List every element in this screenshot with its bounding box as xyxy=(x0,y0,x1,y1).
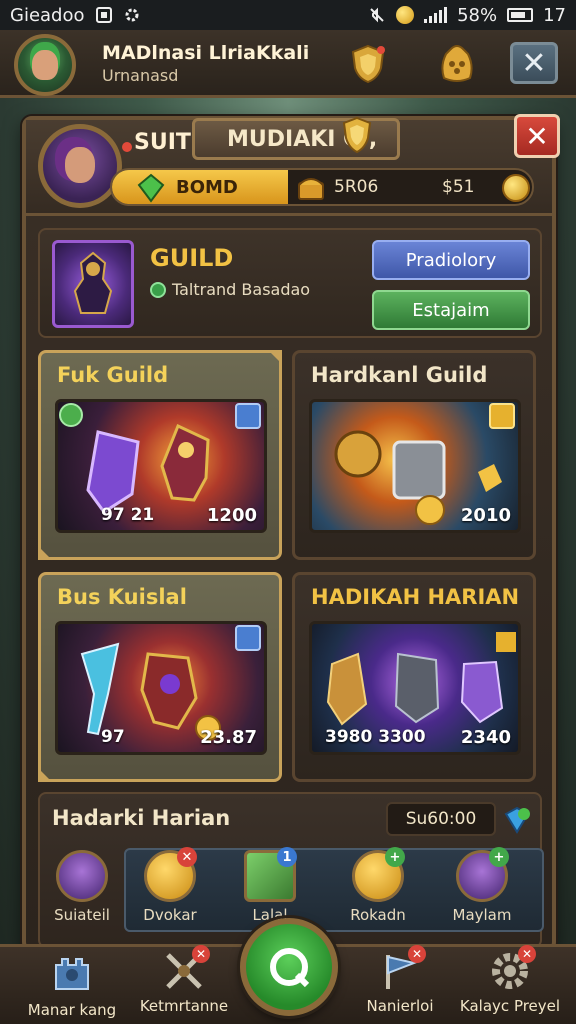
daily-title: Hadarki Harian xyxy=(52,806,231,830)
guild-panel: SUIT MUDIAKI G , ✕ BOMD 5R06 $51 GUILD T… xyxy=(22,114,560,952)
hero-avatar[interactable] xyxy=(38,124,122,208)
suit-label: SUIT xyxy=(134,130,191,155)
resource-bar: BOMD 5R06 $51 xyxy=(110,168,534,206)
tile-type-badge xyxy=(235,625,261,651)
tile-corner xyxy=(268,350,282,364)
clock: 17 xyxy=(543,4,566,26)
inventory-bag-icon[interactable] xyxy=(438,42,476,84)
nav-badge: ✕ xyxy=(192,945,210,963)
guild-tile-4[interactable]: HADIKAH HARIAN 3980 3300 2340 xyxy=(292,572,536,782)
emerald-icon xyxy=(137,173,165,203)
guild-knight-icon xyxy=(73,251,113,314)
player-name: MADlnasi LlriaKkali xyxy=(102,42,310,64)
tile-stats-right: 2340 xyxy=(460,727,511,748)
player-header: MADlnasi LlriaKkali Urnanasd ✕ xyxy=(0,30,576,98)
gold-coin-icon xyxy=(502,174,530,202)
reward-label: Suiateil xyxy=(54,906,110,924)
guild-tile-1[interactable]: Fuk Guild 97 21 1200 xyxy=(38,350,282,560)
flag-icon: ✕ xyxy=(378,945,426,993)
tile-title: Fuk Guild xyxy=(57,363,169,387)
tile-corner xyxy=(38,768,52,782)
status-bar: Gieadoo 58% 17 xyxy=(0,0,576,30)
reward-item[interactable]: 1 Lalal xyxy=(228,847,312,924)
treasure-chest-icon xyxy=(298,178,324,200)
shield-emblem-icon xyxy=(342,116,372,154)
resource-value-3: $51 xyxy=(442,177,475,197)
gem-icon xyxy=(504,806,530,834)
online-status-icon xyxy=(150,282,166,298)
nav-label: Ketmrtanne xyxy=(139,997,229,1015)
close-button[interactable]: ✕ xyxy=(510,42,558,84)
guild-secondary-button[interactable]: Estajaim xyxy=(372,290,530,330)
reward-item[interactable]: + Maylam xyxy=(440,847,524,924)
gear-icon: ✕ xyxy=(488,945,536,993)
tile-title: Bus Kuislal xyxy=(57,585,187,609)
reward-item[interactable]: + Rokadn xyxy=(336,847,420,924)
herb-scroll-icon: 1 xyxy=(244,847,297,902)
nav-badge: ✕ xyxy=(518,945,536,963)
reward-item[interactable]: Suiateil xyxy=(40,850,124,924)
tile-type-badge xyxy=(235,403,261,429)
guild-primary-button[interactable]: Pradiolory xyxy=(372,240,530,280)
panel-header: SUIT MUDIAKI G , ✕ BOMD 5R06 $51 xyxy=(26,114,560,216)
nav-label: Nanierloi xyxy=(366,997,434,1015)
reward-label: Rokadn xyxy=(350,906,406,924)
guild-card: GUILD Taltrand Basadao Pradiolory Estaja… xyxy=(38,228,542,338)
reward-item[interactable]: ✕ Dvokar xyxy=(128,847,212,924)
player-subtitle: Urnanasd xyxy=(102,66,179,85)
castle-icon xyxy=(55,958,89,990)
gold-pouch-icon: + xyxy=(352,847,405,902)
hero-portrait-icon xyxy=(56,850,108,902)
mute-icon xyxy=(370,7,384,23)
settings-gear-icon xyxy=(125,8,139,22)
tile-stats-right: 2010 xyxy=(460,505,511,526)
battery-icon xyxy=(507,8,534,22)
tile-reward-badge xyxy=(489,403,515,429)
nav-label: Kalayc Preyel xyxy=(459,997,561,1015)
guild-tile-2[interactable]: Hardkanl Guild 2010 xyxy=(292,350,536,560)
tile-stats-left: 3980 3300 xyxy=(325,727,426,747)
reward-tag: ✕ xyxy=(177,847,197,867)
tile-stats-right: 23.87 xyxy=(200,727,257,748)
nav-item-quests[interactable]: ✕ Nanierloi xyxy=(340,945,460,1015)
player-avatar[interactable] xyxy=(14,34,76,96)
guild-emblem[interactable] xyxy=(52,240,134,328)
nav-item-settings[interactable]: ✕ Kalayc Preyel xyxy=(450,945,570,1015)
notification-icon xyxy=(95,7,112,23)
reward-tag: 1 xyxy=(277,847,297,867)
tile-title: Hardkanl Guild xyxy=(311,363,488,387)
nav-item-home[interactable]: Manar kang xyxy=(12,949,132,1019)
main-action-button[interactable] xyxy=(240,918,338,1016)
tile-corner xyxy=(38,546,52,560)
tile-level-badge xyxy=(59,403,83,427)
signal-icon xyxy=(424,7,448,23)
guild-status: Taltrand Basadao xyxy=(172,280,311,299)
daily-timer: Su60:00 xyxy=(386,802,496,836)
coin-status-icon xyxy=(396,6,415,24)
guild-tile-3[interactable]: Bus Kuislal 97 23.87 xyxy=(38,572,282,782)
crossed-swords-icon: ✕ xyxy=(162,945,210,993)
battery-percent: 58% xyxy=(457,4,498,26)
tile-title: HADIKAH HARIAN xyxy=(311,585,520,609)
notification-dot xyxy=(122,142,132,152)
resource-value-2: 5R06 xyxy=(334,177,379,197)
nav-item-heroes[interactable]: ✕ Ketmrtanne xyxy=(124,945,244,1015)
nav-badge: ✕ xyxy=(408,945,426,963)
reward-tag: + xyxy=(385,847,405,867)
mage-portrait-icon: + xyxy=(456,847,509,902)
nav-label: Manar kang xyxy=(27,1001,117,1019)
reward-label: Dvokar xyxy=(143,906,197,924)
reward-label: Maylam xyxy=(452,906,512,924)
tile-stats-right: 1200 xyxy=(206,505,257,526)
tile-stats-left: 97 xyxy=(101,727,125,747)
carrier-name: Gieadoo xyxy=(10,4,85,26)
tile-stats-left: 97 21 xyxy=(101,505,155,525)
close-panel-button[interactable]: ✕ xyxy=(514,114,560,158)
refresh-icon xyxy=(270,948,310,988)
resource-value-1: BOMD xyxy=(176,177,238,198)
guild-title: GUILD xyxy=(150,244,234,272)
gold-chest-icon: ✕ xyxy=(144,847,197,902)
reward-tag: + xyxy=(489,847,509,867)
shield-icon[interactable] xyxy=(350,44,386,84)
